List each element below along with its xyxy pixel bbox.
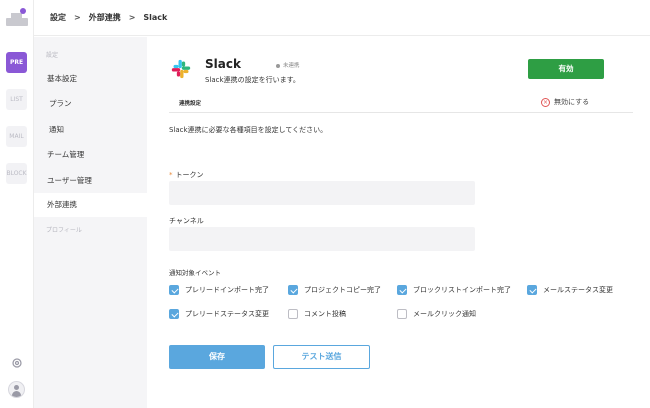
breadcrumb-separator: > <box>128 13 136 22</box>
disable-link[interactable]: × 無効にする <box>541 96 589 108</box>
checkbox-unchecked[interactable] <box>288 309 298 319</box>
app-logo[interactable] <box>6 8 28 26</box>
event-checkbox-mail-click[interactable]: メールクリック通知 <box>397 309 476 321</box>
checkbox-checked[interactable] <box>397 285 407 295</box>
user-avatar-icon[interactable] <box>8 381 25 398</box>
channel-input[interactable] <box>169 227 475 251</box>
breadcrumb-integrations[interactable]: 外部連携 <box>89 13 121 22</box>
checkbox-checked[interactable] <box>169 285 179 295</box>
sidebar-section-profile[interactable]: プロフィール <box>46 225 82 234</box>
sidebar-item-team[interactable]: チーム管理 <box>34 143 147 167</box>
checkbox-checked[interactable] <box>169 309 179 319</box>
channel-label: チャンネル <box>169 217 204 225</box>
sidebar-item-plan[interactable]: プラン <box>34 92 147 116</box>
integration-description: Slack連携の設定を行います。 <box>205 76 300 84</box>
close-circle-icon: × <box>541 97 550 107</box>
slack-logo-icon <box>171 59 191 79</box>
enable-button[interactable]: 有効 <box>528 59 604 79</box>
event-checkbox-prelead-import[interactable]: プレリードインポート完了 <box>169 285 269 297</box>
breadcrumb-current: Slack <box>143 13 168 22</box>
intro-text: Slack連携に必要な各種項目を設定してください。 <box>169 126 328 134</box>
breadcrumb-separator: > <box>74 13 81 22</box>
status-label: 未連携 <box>283 63 300 69</box>
main-content: Slack 未連携 Slack連携の設定を行います。 有効 連携設定 × 無効にす… <box>147 37 650 408</box>
event-checkbox-blocklist-import[interactable]: ブロックリストインポート完了 <box>397 285 511 297</box>
top-bar: 設定 > 外部連携 > Slack <box>34 0 650 36</box>
event-checkbox-comment[interactable]: コメント投稿 <box>288 309 346 321</box>
event-checkbox-project-copy[interactable]: プロジェクトコピー完了 <box>288 285 381 297</box>
gear-icon[interactable] <box>11 357 23 369</box>
event-checkbox-mail-status[interactable]: メールステータス変更 <box>527 285 613 297</box>
settings-sidebar: 設定 基本設定 プラン 通知 チーム管理 ユーザー管理 外部連携 プロフィール <box>34 37 147 408</box>
breadcrumb-settings[interactable]: 設定 <box>50 13 66 22</box>
token-label: * トークン <box>169 171 204 179</box>
checkbox-checked[interactable] <box>527 285 537 295</box>
left-rail: PRE LIST MAIL BLOCK <box>0 0 34 408</box>
disable-label: 無効にする <box>554 98 590 106</box>
tab-bar: 連携設定 × 無効にする <box>169 94 633 113</box>
sidebar-item-notification[interactable]: 通知 <box>34 118 147 142</box>
test-send-button[interactable]: テスト送信 <box>273 345 370 369</box>
save-button[interactable]: 保存 <box>169 345 265 369</box>
app: PRE LIST MAIL BLOCK 設定 > 外部連携 > Slack 設定 基本設… <box>0 0 650 408</box>
breadcrumb: 設定 > 外部連携 > Slack <box>50 12 167 23</box>
checkbox-unchecked[interactable] <box>397 309 407 319</box>
sidebar-item-basic[interactable]: 基本設定 <box>34 67 147 91</box>
token-input[interactable] <box>169 181 475 205</box>
sidebar-item-users[interactable]: ユーザー管理 <box>34 169 147 193</box>
rail-item-block[interactable]: BLOCK <box>6 163 27 184</box>
rail-item-list[interactable]: LIST <box>6 89 27 110</box>
tab-integration-settings[interactable]: 連携設定 <box>179 99 201 107</box>
connection-status: 未連携 <box>276 61 300 69</box>
sidebar-section-settings: 設定 <box>46 52 59 59</box>
events-label: 通知対象イベント <box>169 269 221 277</box>
event-checkbox-prelead-status[interactable]: プレリードステータス変更 <box>169 309 269 321</box>
sidebar-item-integrations[interactable]: 外部連携 <box>34 193 147 217</box>
rail-item-mail[interactable]: MAIL <box>6 126 27 147</box>
rail-item-pre[interactable]: PRE <box>6 52 27 73</box>
checkbox-checked[interactable] <box>288 285 298 295</box>
integration-title: Slack <box>205 57 241 71</box>
